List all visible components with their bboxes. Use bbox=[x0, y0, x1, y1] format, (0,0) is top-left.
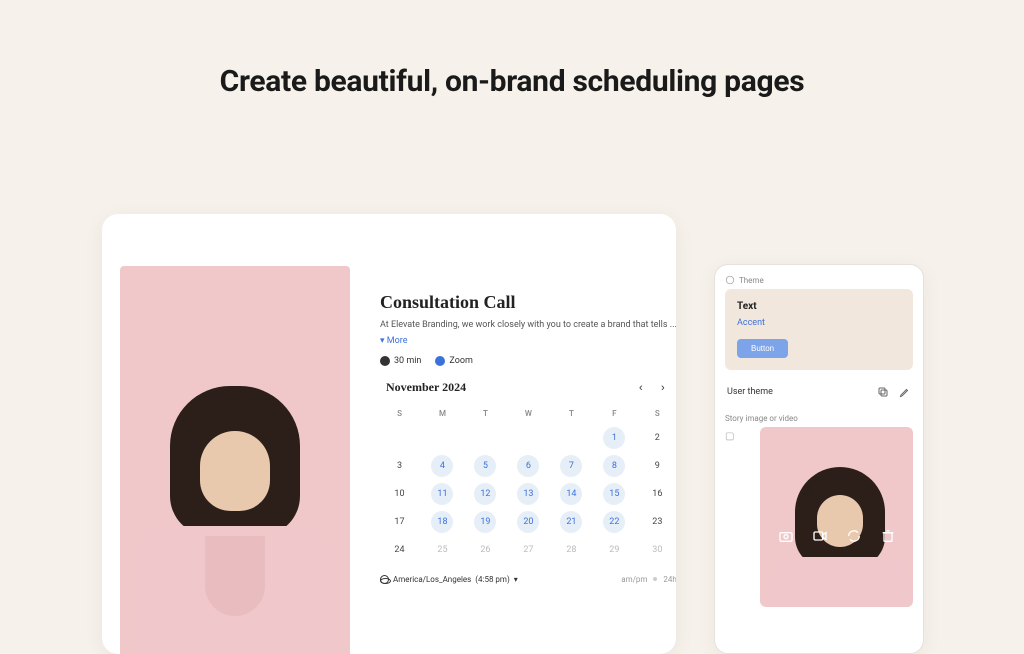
calendar-dow: T bbox=[466, 406, 505, 421]
calendar-day[interactable]: 28 bbox=[560, 539, 582, 561]
calendar-day[interactable]: 26 bbox=[474, 539, 496, 561]
timezone-time: (4:58 pm) bbox=[475, 575, 509, 584]
image-icon: ▢ bbox=[725, 431, 734, 442]
theme-preview-card: Text Accent Button bbox=[725, 289, 913, 370]
calendar-day[interactable]: 20 bbox=[517, 511, 539, 533]
calendar-day bbox=[431, 427, 453, 449]
calendar-day[interactable]: 25 bbox=[431, 539, 453, 561]
calendar-prev-button[interactable]: ‹ bbox=[633, 380, 649, 396]
calendar-dow: S bbox=[638, 406, 676, 421]
calendar-dow: S bbox=[380, 406, 419, 421]
calendar-day[interactable]: 3 bbox=[388, 455, 410, 477]
refresh-icon[interactable] bbox=[845, 527, 863, 545]
calendar-day[interactable]: 6 bbox=[517, 455, 539, 477]
platform-text: Zoom bbox=[449, 356, 472, 366]
booking-details: Consultation Call At Elevate Branding, w… bbox=[350, 214, 676, 654]
more-link[interactable]: ▾ More bbox=[380, 336, 676, 346]
calendar-day[interactable]: 5 bbox=[474, 455, 496, 477]
calendar-day[interactable]: 27 bbox=[517, 539, 539, 561]
platform-meta: Zoom bbox=[435, 356, 472, 366]
clock-icon bbox=[380, 356, 390, 366]
edit-icon[interactable] bbox=[899, 386, 911, 398]
chevron-down-icon: ▾ bbox=[514, 575, 518, 584]
calendar-day[interactable]: 18 bbox=[431, 511, 453, 533]
calendar-day[interactable]: 10 bbox=[388, 483, 410, 505]
calendar-dow: W bbox=[509, 406, 548, 421]
booking-description: At Elevate Branding, we work closely wit… bbox=[380, 319, 676, 332]
palette-icon bbox=[725, 275, 735, 285]
calendar-day[interactable]: 30 bbox=[646, 539, 668, 561]
calendar-day[interactable]: 4 bbox=[431, 455, 453, 477]
ampm-toggle[interactable]: am/pm bbox=[621, 575, 647, 584]
calendar-day[interactable]: 9 bbox=[646, 455, 668, 477]
calendar-day[interactable]: 29 bbox=[603, 539, 625, 561]
customization-panel: Theme Text Accent Button User theme Stor… bbox=[714, 264, 924, 654]
calendar-day[interactable]: 7 bbox=[560, 455, 582, 477]
timezone-selector[interactable]: America/Los_Angeles (4:58 pm) ▾ bbox=[380, 575, 518, 584]
calendar-day[interactable]: 2 bbox=[646, 427, 668, 449]
calendar-day[interactable]: 22 bbox=[603, 511, 625, 533]
user-theme-label: User theme bbox=[727, 387, 773, 397]
theme-text-sample: Text bbox=[737, 301, 901, 312]
hero-image bbox=[120, 266, 350, 654]
calendar-grid: SMTWTFS123456789101112131415161718192021… bbox=[380, 406, 676, 561]
calendar-month-label: November 2024 bbox=[386, 380, 466, 395]
calendar-day[interactable]: 21 bbox=[560, 511, 582, 533]
booking-title: Consultation Call bbox=[380, 292, 676, 313]
calendar-day[interactable]: 8 bbox=[603, 455, 625, 477]
calendar-dow: M bbox=[423, 406, 462, 421]
calendar-day bbox=[560, 427, 582, 449]
delete-icon[interactable] bbox=[879, 527, 897, 545]
timezone-name: America/Los_Angeles bbox=[393, 575, 471, 584]
story-section-label: Story image or video bbox=[725, 414, 913, 423]
theme-accent-sample[interactable]: Accent bbox=[737, 318, 901, 328]
zoom-icon bbox=[435, 356, 445, 366]
calendar-day bbox=[474, 427, 496, 449]
calendar-day[interactable]: 19 bbox=[474, 511, 496, 533]
calendar-day[interactable]: 13 bbox=[517, 483, 539, 505]
calendar-day[interactable]: 12 bbox=[474, 483, 496, 505]
story-preview-image[interactable] bbox=[760, 427, 913, 607]
duration-meta: 30 min bbox=[380, 356, 421, 366]
calendar-dow: F bbox=[595, 406, 634, 421]
calendar-day[interactable]: 11 bbox=[431, 483, 453, 505]
calendar-day[interactable]: 1 bbox=[603, 427, 625, 449]
calendar-day[interactable]: 24 bbox=[388, 539, 410, 561]
booking-preview-card: Consultation Call At Elevate Branding, w… bbox=[102, 214, 676, 654]
page-headline: Create beautiful, on-brand scheduling pa… bbox=[0, 64, 1024, 99]
duration-text: 30 min bbox=[394, 356, 421, 366]
calendar-dow: T bbox=[552, 406, 591, 421]
calendar-next-button[interactable]: › bbox=[655, 380, 671, 396]
calendar-day[interactable]: 16 bbox=[646, 483, 668, 505]
globe-icon bbox=[380, 575, 389, 584]
theme-button-sample[interactable]: Button bbox=[737, 339, 788, 358]
calendar-day[interactable]: 15 bbox=[603, 483, 625, 505]
calendar-day bbox=[388, 427, 410, 449]
separator-dot bbox=[653, 577, 657, 581]
calendar-day[interactable]: 14 bbox=[560, 483, 582, 505]
24h-toggle[interactable]: 24h bbox=[663, 575, 676, 584]
theme-section-label: Theme bbox=[725, 275, 913, 285]
copy-icon[interactable] bbox=[877, 386, 889, 398]
calendar-day[interactable]: 23 bbox=[646, 511, 668, 533]
camera-icon[interactable] bbox=[777, 527, 795, 545]
calendar-day bbox=[517, 427, 539, 449]
calendar-day[interactable]: 17 bbox=[388, 511, 410, 533]
video-icon[interactable] bbox=[811, 527, 829, 545]
